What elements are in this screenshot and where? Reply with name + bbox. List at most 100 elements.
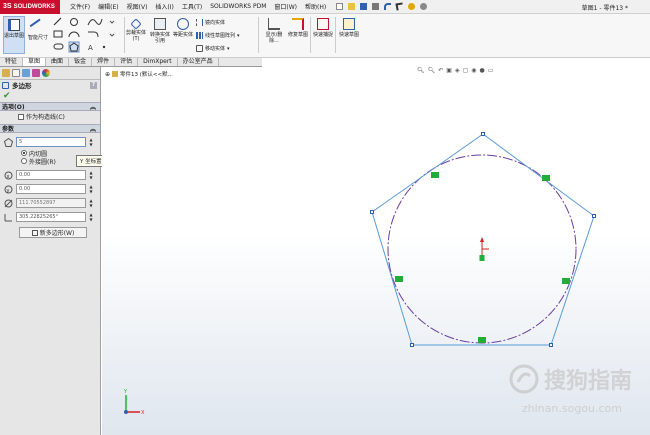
tangent-relation-icon[interactable] xyxy=(562,278,570,284)
diameter-spinner[interactable]: ▲ ▼ xyxy=(88,198,94,208)
offset-entities-button[interactable]: 等距实体 xyxy=(172,16,194,54)
rapid-sketch-button[interactable]: 快速草图 xyxy=(338,16,360,54)
menu-item[interactable]: 文件(F) xyxy=(66,2,94,11)
tab-3[interactable]: 钣金 xyxy=(69,58,93,66)
convert-entities-button[interactable]: 转换实体引用 xyxy=(148,16,172,54)
main-menu: 文件(F) 编辑(E) 视图(V) 插入(I) 工具(T) SOLIDWORKS PDM 窗… xyxy=(66,2,330,11)
options-group-header[interactable]: 选项(O) ︽ xyxy=(0,102,100,111)
move-entities-button[interactable]: 移动实体 ▾ xyxy=(196,45,230,52)
quick-snaps-button[interactable]: 快速捕捉 xyxy=(312,16,334,54)
tab-7[interactable]: 办公室产品 xyxy=(178,58,219,66)
linear-pattern-dropdown-icon[interactable]: ▾ xyxy=(237,33,240,39)
linear-pattern-button[interactable]: 线性草图阵列 ▾ xyxy=(196,32,240,39)
tab-0[interactable]: 特征 xyxy=(0,58,24,66)
select-arrow-icon[interactable] xyxy=(395,2,404,11)
spline-tool-icon[interactable] xyxy=(87,18,103,26)
tab-6[interactable]: DimXpert xyxy=(138,58,178,66)
line-tool-icon[interactable] xyxy=(53,17,62,26)
diameter-row: 111.70552897 ▲ ▼ xyxy=(3,196,97,210)
tab-4[interactable]: 焊件 xyxy=(92,58,116,66)
point-tool-icon[interactable] xyxy=(102,45,106,49)
center-x-input[interactable]: 0.00 xyxy=(16,170,86,180)
undo-icon[interactable] xyxy=(384,3,392,10)
new-polygon-icon xyxy=(31,229,38,236)
ok-checkmark-icon[interactable]: ✔ xyxy=(3,91,11,101)
graphics-area[interactable]: ⊕ 零件13 (默认<<默... 🔍︎ 🔍︎ ↶ ▣ ◈ ▢ ◉ ● ▭ Y X… xyxy=(102,67,650,435)
solidworks-logo[interactable]: 3S SOLIDWORKS xyxy=(0,0,60,14)
open-folder-icon[interactable] xyxy=(348,3,356,10)
ok-row: ✔ xyxy=(0,90,100,102)
smart-dimension-button[interactable]: 智能尺寸 xyxy=(27,16,49,54)
tangent-relation-icon[interactable] xyxy=(478,337,486,343)
menu-item[interactable]: 插入(I) xyxy=(151,2,177,11)
radio-selected[interactable] xyxy=(21,150,27,156)
tab-1[interactable]: 草图 xyxy=(23,58,47,66)
trim-entities-button[interactable]: 剪裁实体(T) xyxy=(126,16,146,54)
vertex-point[interactable] xyxy=(481,132,485,136)
vertex-point[interactable] xyxy=(370,210,374,214)
checkbox-box[interactable] xyxy=(18,113,24,120)
center-x-spinner[interactable]: ▲ ▼ xyxy=(88,170,94,180)
save-icon[interactable] xyxy=(360,3,368,10)
exit-sketch-button[interactable]: 退出草图 xyxy=(3,16,25,54)
center-y-spinner[interactable]: ▲ ▼ xyxy=(88,184,94,194)
fillet-tool-icon[interactable] xyxy=(88,31,99,38)
tangent-relation-icon[interactable] xyxy=(431,172,439,178)
repair-sketch-button[interactable]: 修复草图 xyxy=(287,16,309,54)
help-icon[interactable]: ? xyxy=(90,81,97,89)
convert-entities-icon xyxy=(154,18,166,30)
sides-input[interactable]: 5 xyxy=(16,137,86,147)
menu-item[interactable]: SOLIDWORKS PDM xyxy=(206,3,270,10)
tab-2[interactable]: 曲面 xyxy=(46,58,70,66)
radio-unselected[interactable] xyxy=(21,158,27,164)
rebuild-icon[interactable] xyxy=(408,3,416,10)
tab-5[interactable]: 评估 xyxy=(115,58,139,66)
tangent-relation-icon[interactable] xyxy=(395,276,403,282)
mirror-entities-button[interactable]: 镜向实体 xyxy=(196,19,225,26)
display-manager-icon[interactable] xyxy=(42,69,50,77)
arc-tool-icon[interactable] xyxy=(68,31,80,38)
display-relations-button[interactable]: 显示/删除... xyxy=(262,16,286,54)
move-entities-dropdown-icon[interactable]: ▾ xyxy=(227,46,230,52)
arc-dropdown-icon[interactable] xyxy=(109,33,115,37)
new-polygon-button[interactable]: 新多边形(W) xyxy=(19,227,87,238)
print-icon[interactable] xyxy=(372,3,380,10)
text-tool-icon[interactable]: A xyxy=(88,44,93,52)
menu-item[interactable]: 编辑(E) xyxy=(94,2,122,11)
collapse-chevron-icon[interactable]: ︽ xyxy=(90,124,96,133)
centerline-dropdown-icon[interactable] xyxy=(109,20,115,24)
parameters-group-header[interactable]: 参数 ︽ xyxy=(0,124,100,133)
menu-item[interactable]: 视图(V) xyxy=(123,2,152,11)
property-manager-icon[interactable] xyxy=(12,69,20,77)
circle-tool-icon[interactable] xyxy=(70,18,78,26)
feature-manager-icon[interactable] xyxy=(2,69,10,77)
center-y-input[interactable]: 0.00 xyxy=(16,184,86,194)
solidworks-window: 3S SOLIDWORKS 文件(F) 编辑(E) 视图(V) 插入(I) 工具(T) SO… xyxy=(0,0,650,435)
new-document-icon[interactable] xyxy=(336,3,344,10)
vertex-point[interactable] xyxy=(410,343,414,347)
triad-axes-icon: Y X xyxy=(123,389,145,416)
construction-line-checkbox[interactable]: 作为构造线(C) xyxy=(0,111,100,124)
diameter-input[interactable]: 111.70552897 xyxy=(16,198,86,208)
sketch-origin-icon[interactable] xyxy=(479,237,490,261)
quick-access-toolbar xyxy=(336,2,428,11)
collapse-chevron-icon[interactable]: ︽ xyxy=(90,102,96,111)
polygon-tool-icon[interactable] xyxy=(68,41,80,53)
menu-item[interactable]: 窗口(W) xyxy=(270,2,301,11)
svg-text:x: x xyxy=(7,174,10,180)
vertex-point[interactable] xyxy=(592,214,596,218)
slot-tool-icon[interactable] xyxy=(53,43,64,50)
options-gear-icon[interactable] xyxy=(420,3,428,10)
sides-spinner[interactable]: ▲ ▼ xyxy=(88,137,94,147)
dimxpert-manager-icon[interactable] xyxy=(32,69,40,77)
angle-spinner[interactable]: ▲ ▼ xyxy=(88,212,94,222)
menu-item[interactable]: 帮助(H) xyxy=(301,2,330,11)
menu-item[interactable]: 工具(T) xyxy=(178,2,206,11)
move-entities-icon xyxy=(196,45,203,52)
configuration-manager-icon[interactable] xyxy=(22,69,30,77)
angle-input[interactable]: 305.22825265° xyxy=(16,212,86,222)
vertex-point[interactable] xyxy=(549,343,553,347)
property-manager-header: 多边形 ? xyxy=(0,80,100,90)
tangent-relation-icon[interactable] xyxy=(542,175,550,181)
rectangle-tool-icon[interactable] xyxy=(53,30,63,38)
